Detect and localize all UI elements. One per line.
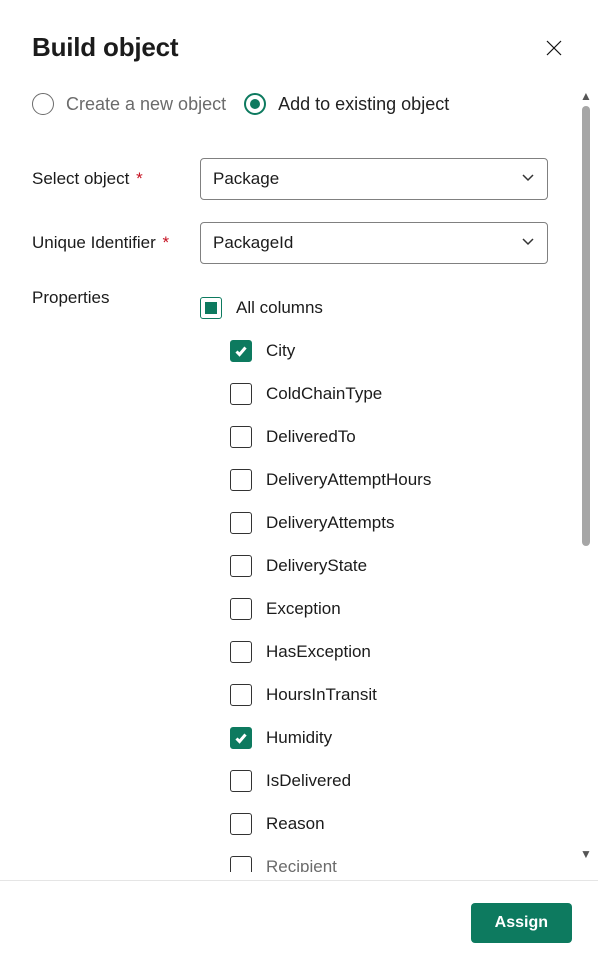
checkbox-column[interactable]: Humidity [230, 716, 572, 759]
unique-identifier-label: Unique Identifier * [32, 233, 200, 253]
checkbox-column[interactable]: Exception [230, 587, 572, 630]
checkbox-unchecked-icon [230, 813, 252, 835]
column-label: DeliveryAttemptHours [266, 470, 431, 490]
column-label: DeliveryAttempts [266, 513, 394, 533]
close-button[interactable] [540, 34, 568, 62]
checkbox-unchecked-icon [230, 555, 252, 577]
checkbox-column[interactable]: DeliveredTo [230, 415, 572, 458]
scroll-thumb[interactable] [582, 106, 590, 546]
checkbox-column[interactable]: ColdChainType [230, 372, 572, 415]
checkbox-unchecked-icon [230, 641, 252, 663]
build-object-panel: Build object Create a new object Add to … [0, 0, 598, 964]
all-columns-label: All columns [236, 298, 323, 318]
checkbox-unchecked-icon [230, 598, 252, 620]
checkbox-column[interactable]: City [230, 329, 572, 372]
column-label: IsDelivered [266, 771, 351, 791]
column-label: DeliveryState [266, 556, 367, 576]
title-row: Build object [32, 32, 572, 63]
checkbox-column[interactable]: HoursInTransit [230, 673, 572, 716]
checkbox-unchecked-icon [230, 512, 252, 534]
checkbox-unchecked-icon [230, 770, 252, 792]
chevron-down-icon [521, 233, 535, 253]
assign-button[interactable]: Assign [471, 903, 572, 943]
checkbox-column[interactable]: DeliveryAttempts [230, 501, 572, 544]
checkbox-all-columns[interactable]: All columns [200, 286, 572, 329]
select-object-row: Select object * Package [32, 158, 572, 200]
column-label: ColdChainType [266, 384, 382, 404]
column-label: HoursInTransit [266, 685, 377, 705]
checkbox-column[interactable]: HasException [230, 630, 572, 673]
mode-radio-group: Create a new object Add to existing obje… [32, 88, 572, 120]
checkbox-unchecked-icon [230, 856, 252, 873]
checkbox-column[interactable]: DeliveryState [230, 544, 572, 587]
scrollbar[interactable]: ▲ ▼ [580, 90, 592, 860]
radio-on-icon [244, 93, 266, 115]
checkbox-checked-icon [230, 727, 252, 749]
select-object-label: Select object * [32, 169, 200, 189]
checkbox-unchecked-icon [230, 383, 252, 405]
select-object-dropdown[interactable]: Package [200, 158, 548, 200]
close-icon [545, 39, 563, 57]
checkbox-column[interactable]: DeliveryAttemptHours [230, 458, 572, 501]
column-label: Recipient [266, 857, 337, 873]
panel-title: Build object [32, 32, 178, 63]
unique-identifier-row: Unique Identifier * PackageId [32, 222, 572, 264]
radio-off-icon [32, 93, 54, 115]
properties-label: Properties [32, 286, 200, 872]
scroll-up-arrow-icon[interactable]: ▲ [580, 90, 592, 102]
select-object-value: Package [213, 169, 279, 189]
radio-add-label: Add to existing object [278, 94, 449, 115]
radio-add-existing[interactable]: Add to existing object [244, 93, 449, 115]
checkbox-checked-icon [230, 340, 252, 362]
checkbox-column[interactable]: Recipient [230, 845, 572, 872]
checkbox-unchecked-icon [230, 426, 252, 448]
checkbox-column[interactable]: IsDelivered [230, 759, 572, 802]
column-label: Reason [266, 814, 325, 834]
column-label: City [266, 341, 295, 361]
column-label: HasException [266, 642, 371, 662]
column-label: Exception [266, 599, 341, 619]
column-label: Humidity [266, 728, 332, 748]
checkbox-unchecked-icon [230, 684, 252, 706]
unique-identifier-value: PackageId [213, 233, 293, 253]
panel-footer: Assign [0, 880, 598, 964]
checkbox-unchecked-icon [230, 469, 252, 491]
properties-row: Properties All columns City ColdChainType… [32, 286, 572, 872]
properties-list: All columns City ColdChainType DeliveredTo… [200, 286, 572, 872]
chevron-down-icon [521, 169, 535, 189]
radio-create-label: Create a new object [66, 94, 226, 115]
checkbox-indeterminate-icon [200, 297, 222, 319]
column-label: DeliveredTo [266, 427, 356, 447]
checkbox-column[interactable]: Reason [230, 802, 572, 845]
scroll-area: Create a new object Add to existing obje… [32, 88, 572, 872]
radio-create-new[interactable]: Create a new object [32, 93, 226, 115]
unique-identifier-dropdown[interactable]: PackageId [200, 222, 548, 264]
scroll-down-arrow-icon[interactable]: ▼ [580, 848, 592, 860]
